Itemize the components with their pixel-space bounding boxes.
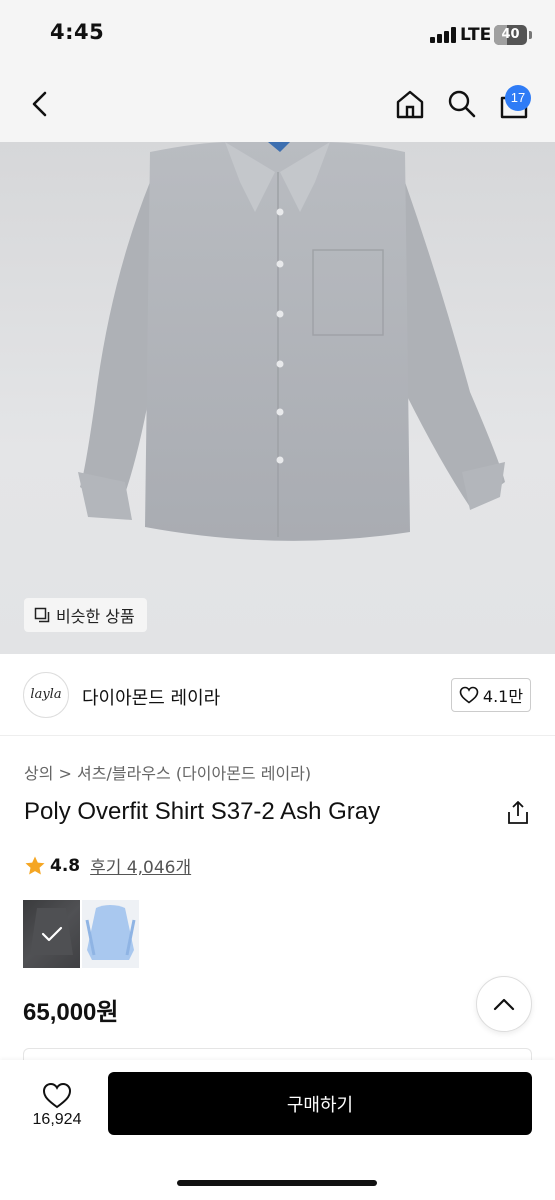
top-nav: 17 <box>0 68 555 142</box>
status-bar: 4:45 LTE 40 <box>0 0 555 68</box>
back-button[interactable] <box>22 86 58 122</box>
breadcrumb[interactable]: 상의 > 셔츠/블라우스 (다이아몬드 레이라) <box>24 760 311 784</box>
heart-icon <box>459 686 479 704</box>
similar-products-label: 비슷한 상품 <box>56 607 135 626</box>
bottom-action-bar: 16,924 구매하기 <box>0 1060 555 1200</box>
rating-value: 4.8 <box>50 855 81 876</box>
heart-icon <box>42 1082 72 1108</box>
share-icon <box>508 801 528 824</box>
wishlist-button[interactable]: 16,924 <box>20 1074 94 1136</box>
check-icon <box>41 926 62 942</box>
rating-row: 4.8 후기 4,046개 <box>24 853 191 878</box>
chevron-up-icon <box>493 998 515 1011</box>
review-count-link[interactable]: 후기 4,046개 <box>90 853 191 878</box>
swatch-light-blue[interactable] <box>82 900 139 968</box>
selected-overlay <box>23 900 80 968</box>
star-icon <box>25 856 45 874</box>
battery-tip <box>529 31 532 39</box>
share-button[interactable] <box>505 800 531 826</box>
product-price: 65,000원 <box>23 999 119 1026</box>
home-indicator <box>177 1180 377 1186</box>
home-icon <box>396 90 424 119</box>
search-icon <box>448 90 476 118</box>
scroll-top-button[interactable] <box>476 976 532 1032</box>
brand-name[interactable]: 다이아몬드 레이라 <box>82 684 220 710</box>
similar-products-button[interactable]: 비슷한 상품 <box>24 598 147 632</box>
status-time: 4:45 <box>50 20 105 44</box>
network-label: LTE <box>460 25 492 45</box>
shirt-image <box>78 142 505 541</box>
battery-icon: 40 <box>494 25 527 45</box>
buy-button[interactable]: 구매하기 <box>108 1072 532 1135</box>
brand-logo[interactable]: layla <box>23 672 69 718</box>
product-image[interactable]: 비슷한 상품 <box>0 142 555 654</box>
color-swatches <box>23 900 139 968</box>
shirt-thumbnail <box>85 905 136 960</box>
home-button[interactable] <box>390 84 430 124</box>
product-title: Poly Overfit Shirt S37-2 Ash Gray <box>24 798 381 825</box>
wishlist-count: 16,924 <box>32 1110 82 1128</box>
battery-level: 40 <box>501 27 520 42</box>
brand-like-count: 4.1만 <box>482 687 524 706</box>
chevron-left-icon <box>32 91 47 117</box>
brand-like-button[interactable]: 4.1만 <box>451 678 531 712</box>
signal-icon <box>430 27 456 43</box>
cart-count-badge: 17 <box>505 85 531 111</box>
copy-icon <box>34 607 50 623</box>
brand-row: layla 다이아몬드 레이라 4.1만 <box>0 654 555 736</box>
swatch-ash-gray[interactable] <box>23 900 80 968</box>
search-button[interactable] <box>442 84 482 124</box>
